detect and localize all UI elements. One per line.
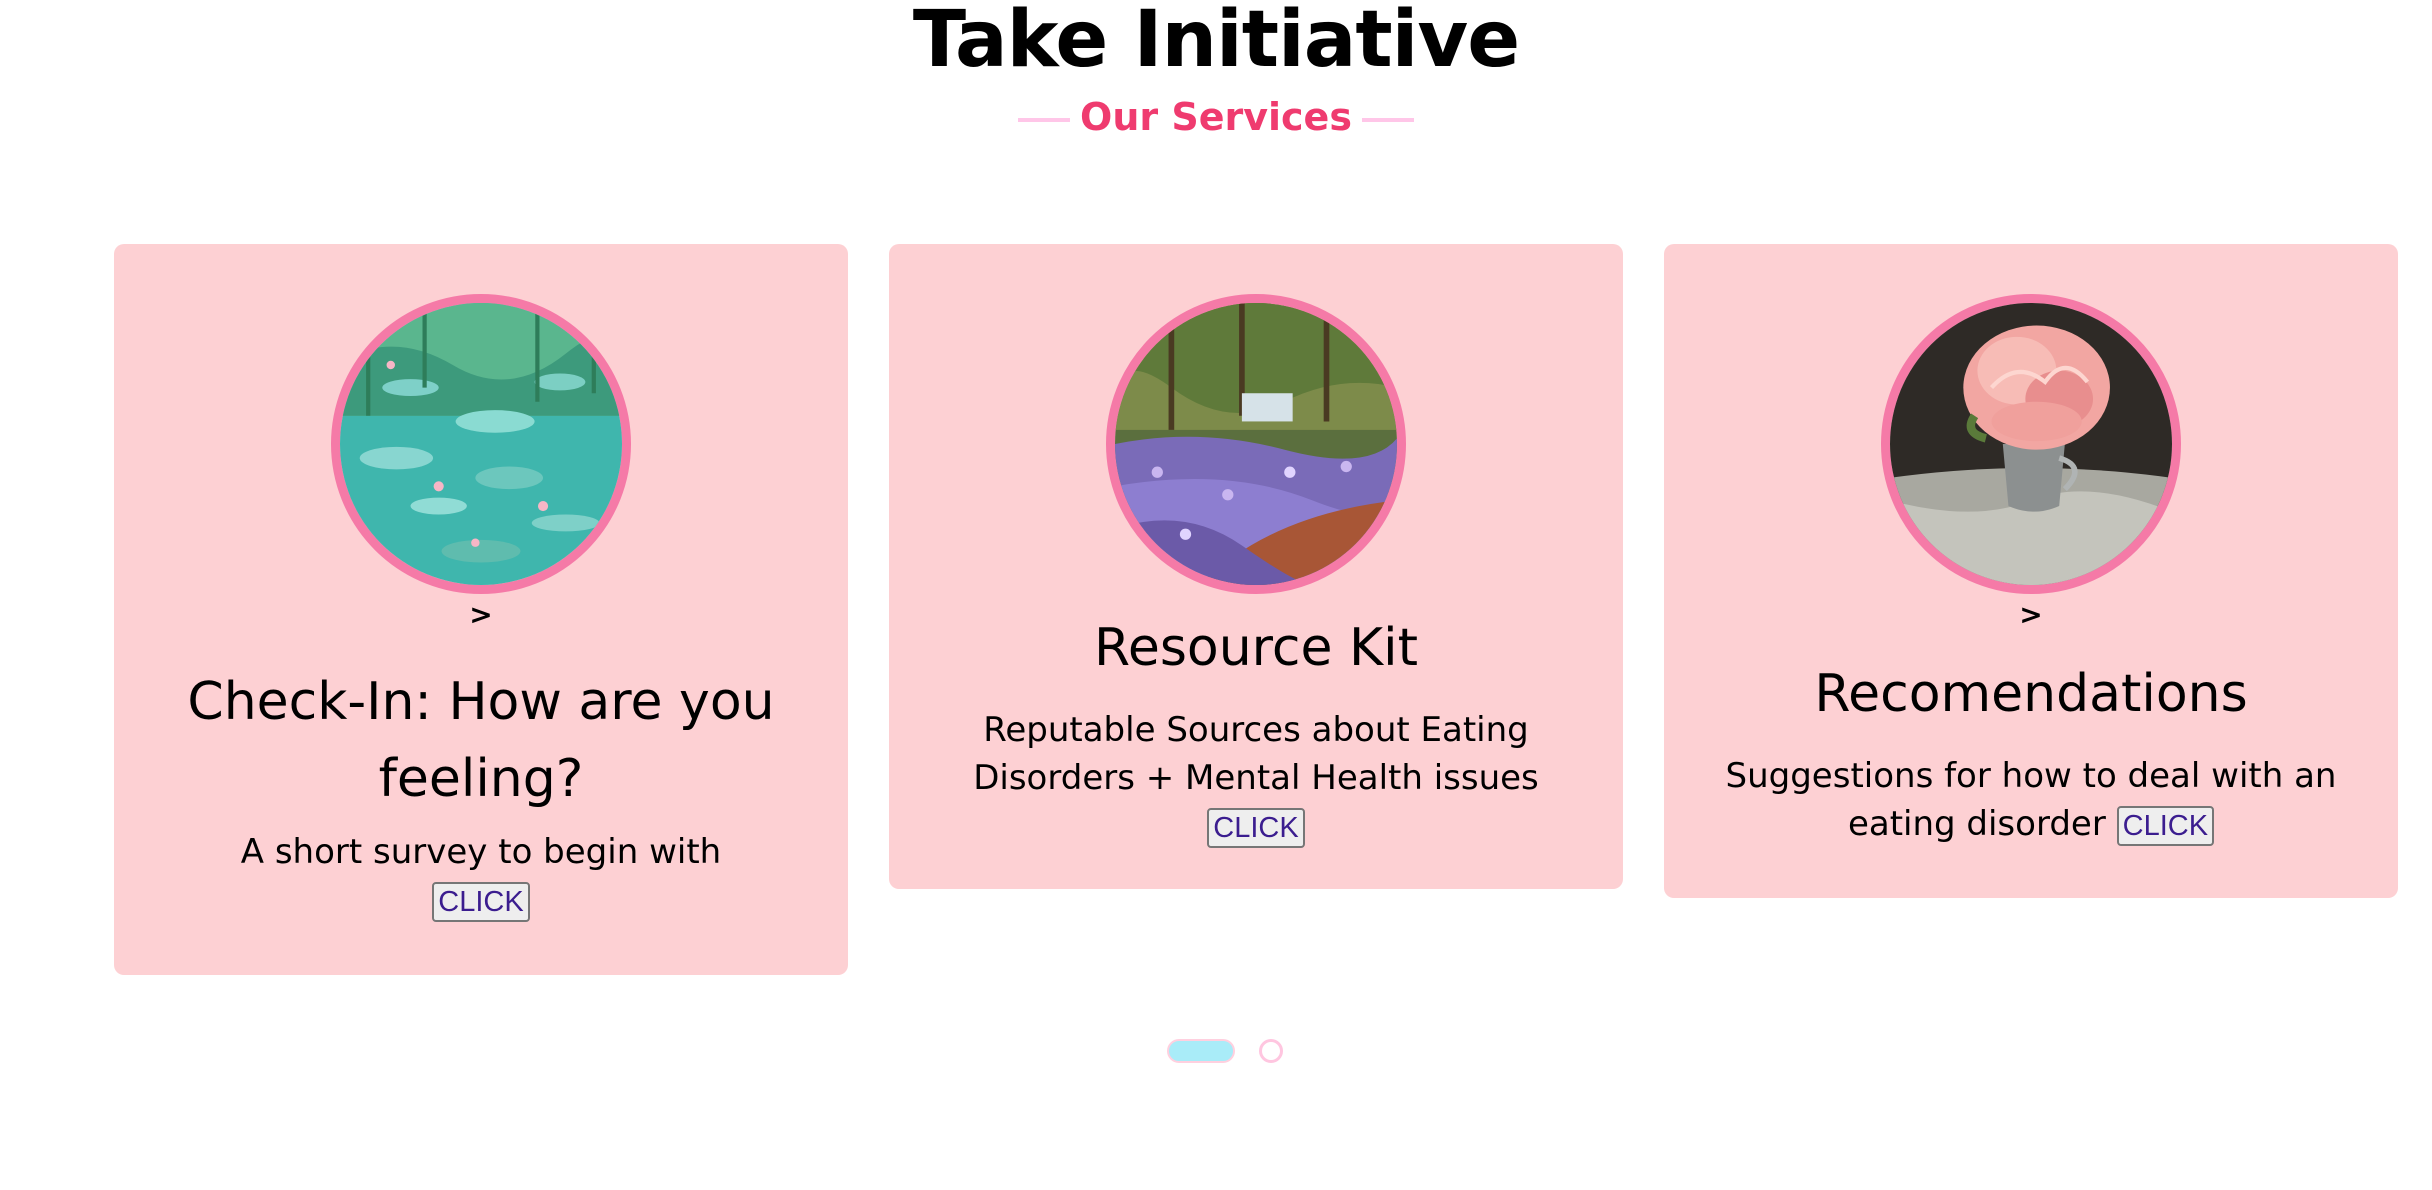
recommendations-click-button[interactable]: CLICK xyxy=(2116,805,2215,846)
card-description: Reputable Sources about Eating Disorders… xyxy=(949,706,1563,850)
carousel-dot-active[interactable] xyxy=(1167,1039,1235,1063)
checkin-click-button[interactable]: CLICK xyxy=(432,881,530,922)
subtitle-divider-left xyxy=(1018,118,1071,122)
card-title: Resource Kit xyxy=(1094,618,1418,678)
subtitle-row: Our Services xyxy=(0,92,2432,142)
services-section: Take Initiative Our Services > Check-In:… xyxy=(0,0,2432,1190)
card-description-text: Suggestions for how to deal with an eati… xyxy=(1725,756,2337,844)
card-description-text: Reputable Sources about Eating Disorders… xyxy=(973,710,1539,798)
section-subtitle: Our Services xyxy=(1080,95,1352,139)
resource-kit-click-button[interactable]: CLICK xyxy=(1207,807,1305,848)
chevron-right-icon[interactable]: > xyxy=(114,600,848,630)
card-title: Check-In: How are you feeling? xyxy=(187,672,775,809)
card-description-text: A short survey to begin with xyxy=(240,832,722,872)
card-title: Recomendations xyxy=(1814,664,2248,724)
water-lilies-image xyxy=(331,294,631,594)
service-card-checkin: > Check-In: How are you feeling? A short… xyxy=(114,244,848,975)
page-title: Take Initiative xyxy=(912,0,1520,85)
service-card-resource-kit: Resource Kit Reputable Sources about Eat… xyxy=(889,244,1623,889)
carousel-pagination xyxy=(0,1038,2432,1064)
service-card-recommendations: > Recomendations Suggestions for how to … xyxy=(1664,244,2398,898)
chevron-right-icon[interactable]: > xyxy=(1664,600,2398,630)
carousel-dot[interactable] xyxy=(1259,1039,1283,1063)
card-description: A short survey to begin with CLICK xyxy=(174,828,788,924)
subtitle-divider-right xyxy=(1361,118,1414,122)
garden-irises-image xyxy=(1106,294,1406,594)
card-description: Suggestions for how to deal with an eati… xyxy=(1724,752,2338,848)
peony-vase-image xyxy=(1881,294,2181,594)
